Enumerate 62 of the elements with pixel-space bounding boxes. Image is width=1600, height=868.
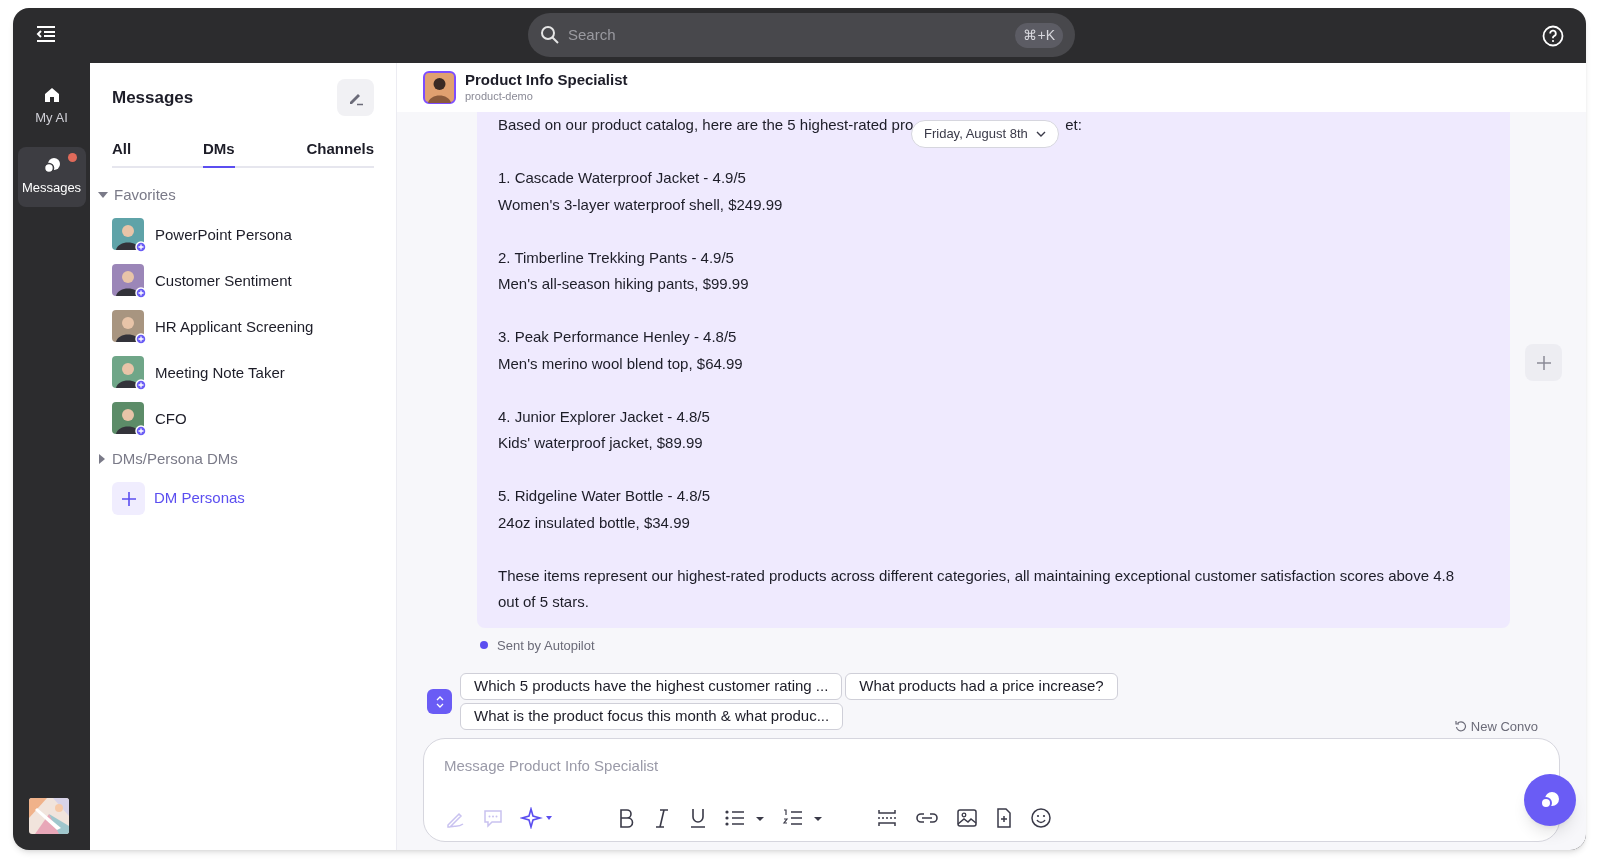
caret-down-icon xyxy=(98,191,108,199)
underline-icon[interactable] xyxy=(688,807,708,829)
caret-right-icon xyxy=(98,454,106,464)
file-plus-icon[interactable] xyxy=(994,807,1014,829)
new-convo-button[interactable]: New Convo xyxy=(1454,716,1538,736)
tab[interactable]: DMs xyxy=(203,132,235,168)
status-dot-icon xyxy=(480,641,488,650)
chevron-down-icon xyxy=(1035,131,1046,137)
shortcut-hint: ⌘+K xyxy=(1015,22,1063,48)
image-icon[interactable] xyxy=(956,807,978,829)
message-text: 4. Junior Explorer Jacket - 4.8/5 xyxy=(498,406,711,427)
plus-icon xyxy=(121,491,136,506)
message-text: Kids' waterproof jacket, $89.99 xyxy=(498,433,704,453)
message-text: 2. Timberline Trekking Pants - 4.9/5 xyxy=(498,247,735,268)
emoji-icon[interactable] xyxy=(1030,807,1052,829)
help-icon[interactable] xyxy=(1542,25,1564,47)
suggestion-chip[interactable]: Which 5 products have the highest customer rating ... xyxy=(460,673,843,700)
chat-subtitle: product-demo xyxy=(465,90,534,104)
chat-title: Product Info Specialist xyxy=(465,71,628,90)
search-bar[interactable]: Search ⌘+K xyxy=(528,13,1075,57)
tab[interactable]: Channels xyxy=(306,132,374,168)
panel-title: Messages xyxy=(112,86,194,109)
expand-button[interactable] xyxy=(427,689,452,714)
message-text: Women's 3-layer waterproof shell, $249.99 xyxy=(498,194,784,215)
message-text: Based on our product catalog, here are the 5 highest-rated pro xyxy=(498,115,914,135)
sidebar-toggle-icon[interactable] xyxy=(35,25,57,43)
persona-name[interactable]: Meeting Note Taker xyxy=(155,361,285,385)
chat-assistant-button[interactable] xyxy=(1524,774,1576,826)
add-persona-link[interactable]: DM Personas xyxy=(112,482,245,515)
persona-name[interactable]: Customer Sentiment xyxy=(155,269,292,293)
persona-name[interactable]: HR Applicant Screening xyxy=(155,315,314,339)
compose-button[interactable] xyxy=(337,79,374,116)
message-text: 1. Cascade Waterproof Jacket - 4.9/5 xyxy=(498,168,747,188)
message-text: 5. Ridgeline Water Bottle - 4.8/5 xyxy=(498,486,712,506)
persona-name[interactable]: CFO xyxy=(155,407,187,431)
rail-item[interactable]: My AI xyxy=(17,77,86,137)
suggestion-chip[interactable]: What products had a price increase? xyxy=(845,673,1118,700)
message-text: Men's merino wool blend top, $64.99 xyxy=(498,353,744,374)
section-header[interactable]: DMs/Persona DMs xyxy=(98,446,238,472)
message-composer[interactable]: Message Product Info Specialist xyxy=(423,738,1560,842)
search-input[interactable]: Search xyxy=(568,23,1016,47)
message-text: These items represent our highest-rated products across different categories, all maintaining exceptional customer satisfaction scores above 4.8 out of 5 stars. xyxy=(498,565,1456,612)
section-header[interactable]: Favorites xyxy=(98,182,176,208)
suggestion-chip[interactable]: What is the product focus this month & what produc... xyxy=(460,703,844,730)
chevron-up-down-icon xyxy=(435,695,444,708)
sparkle-icon[interactable] xyxy=(520,807,554,829)
sender-note: Sent by Autopilot xyxy=(497,636,595,655)
tab[interactable]: All xyxy=(112,132,132,168)
message-text: Men's all-season hiking pants, $99.99 xyxy=(498,274,750,294)
refresh-icon xyxy=(1454,720,1467,733)
message-text: 24oz insulated bottle, $34.99 xyxy=(498,512,691,533)
message-text: et: xyxy=(1065,115,1082,135)
message-input[interactable]: Message Product Info Specialist xyxy=(444,755,1539,778)
avatar xyxy=(423,71,456,104)
chat-bubbles-icon xyxy=(42,156,61,175)
message-text: 3. Peak Performance Henley - 4.8/5 xyxy=(498,327,738,347)
search-icon xyxy=(540,25,560,45)
home-icon xyxy=(42,86,61,105)
plus-icon xyxy=(1536,355,1551,370)
rail-item[interactable]: Messages xyxy=(17,147,86,207)
persona-name[interactable]: PowerPoint Persona xyxy=(155,223,292,247)
divider-icon[interactable] xyxy=(876,807,898,829)
